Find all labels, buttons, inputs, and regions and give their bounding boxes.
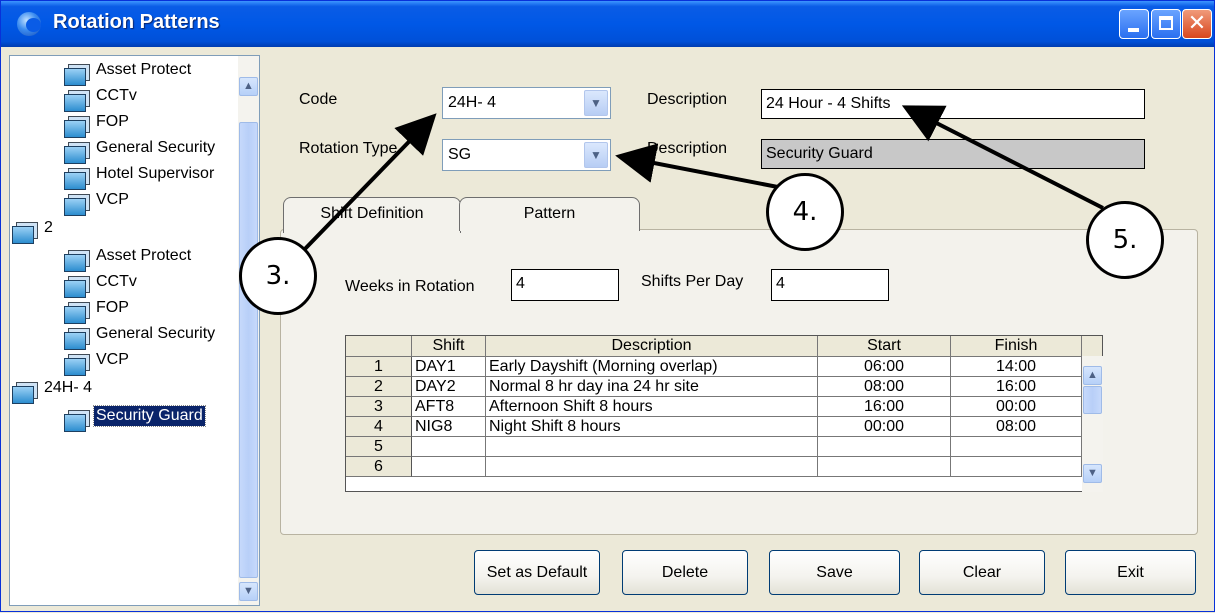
callout-3: 3. [239, 237, 317, 315]
callout-arrows [299, 105, 1104, 255]
arrow-5 [901, 105, 1104, 210]
callout-5: 5. [1086, 201, 1164, 279]
arrow-4 [615, 143, 784, 190]
rotation-patterns-window: Rotation Patterns ✕ Security Guard 24H- 4… [0, 0, 1215, 612]
callout-4: 4. [766, 173, 844, 251]
arrow-3 [299, 113, 437, 255]
